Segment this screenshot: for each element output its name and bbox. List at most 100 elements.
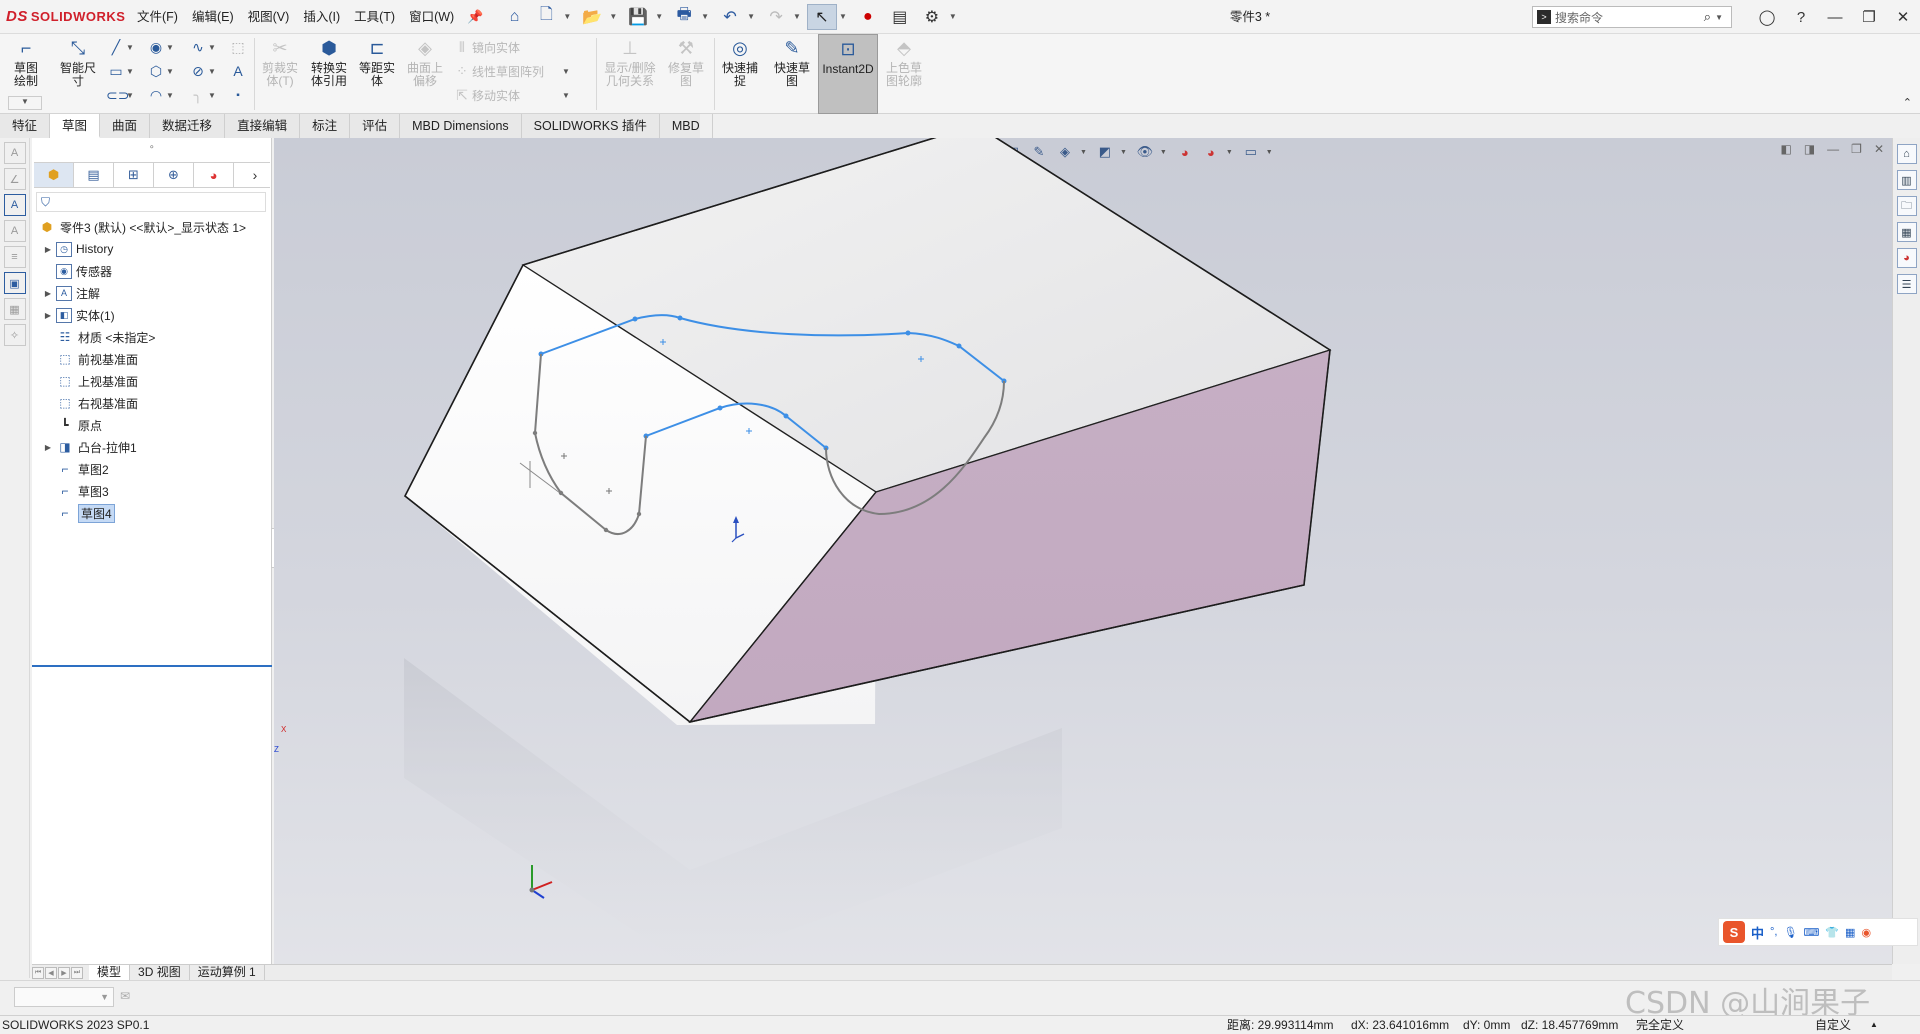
rectangle-tool[interactable]: ▭ ▼ bbox=[106, 60, 138, 82]
smart-dimension-button[interactable]: ⤡ 智能尺寸 bbox=[56, 36, 100, 88]
ime-language-toggle[interactable]: 中 bbox=[1751, 923, 1764, 942]
chevron-down-icon[interactable]: ▼ bbox=[208, 43, 216, 52]
chevron-down-icon[interactable]: ▼ bbox=[655, 12, 663, 21]
solidworks-resources-icon[interactable]: ⌂ bbox=[1896, 144, 1917, 164]
strip-tool-icon[interactable]: ≡ bbox=[3, 246, 26, 268]
expand-icon[interactable]: ▶ bbox=[42, 443, 54, 452]
menu-file[interactable]: 文件(F) bbox=[130, 0, 185, 34]
menu-tools[interactable]: 工具(T) bbox=[347, 0, 402, 34]
rollback-bar[interactable] bbox=[32, 665, 272, 667]
keyboard-icon[interactable]: ⌨ bbox=[1803, 926, 1819, 939]
menu-view[interactable]: 视图(V) bbox=[241, 0, 297, 34]
tab-evaluate[interactable]: 评估 bbox=[350, 114, 401, 138]
tab-solidworks-addins[interactable]: SOLIDWORKS 插件 bbox=[522, 114, 660, 138]
slot-tool[interactable]: ⊂⊃ ▼ bbox=[106, 84, 138, 106]
tab-mbd[interactable]: MBD bbox=[660, 114, 713, 138]
chevron-down-icon[interactable]: ▼ bbox=[949, 12, 957, 21]
redo-icon[interactable]: ↷ bbox=[761, 4, 791, 30]
select-pointer-icon[interactable]: ↖ bbox=[806, 3, 837, 30]
box-select-tool[interactable]: ⬚ bbox=[228, 36, 248, 58]
display-relations-button[interactable]: ⊥ 显示/删除几何关系 bbox=[600, 36, 660, 88]
tree-item-sketch3[interactable]: ⌐ 草图3 bbox=[32, 480, 272, 502]
tab-markup[interactable]: 标注 bbox=[300, 114, 351, 138]
display-manager-tab-icon[interactable]: ◕ bbox=[194, 163, 234, 187]
repair-sketch-button[interactable]: ⚒ 修复草图 bbox=[664, 36, 708, 88]
pin-icon[interactable]: 📌 bbox=[461, 9, 489, 25]
expand-icon[interactable]: ▶ bbox=[42, 311, 54, 320]
move-entities-button[interactable]: ⇱ 移动实体 ▼ bbox=[452, 84, 574, 106]
chevron-down-icon[interactable]: ▼ bbox=[208, 91, 216, 100]
selection-combo[interactable]: ▼ bbox=[14, 987, 114, 1007]
search-input[interactable]: 搜索命令 bbox=[1555, 9, 1603, 26]
last-tab-icon[interactable]: ⏭ bbox=[71, 966, 83, 979]
strip-tool-icon[interactable]: A bbox=[3, 220, 26, 242]
chevron-down-icon[interactable]: ▼ bbox=[208, 67, 216, 76]
search-icon[interactable]: ⌕ bbox=[1704, 9, 1711, 25]
chevron-up-icon[interactable]: ▲ bbox=[1870, 1016, 1878, 1034]
toolbox-icon[interactable]: ▦ bbox=[1845, 926, 1855, 939]
chevron-down-icon[interactable]: ▼ bbox=[562, 91, 570, 100]
offset-on-surface-button[interactable]: ◈ 曲面上偏移 bbox=[402, 36, 448, 88]
minimize-icon[interactable]: — bbox=[1818, 9, 1852, 26]
next-tab-icon[interactable]: ▶ bbox=[58, 966, 70, 979]
rapid-sketch-button[interactable]: ✎ 快速草图 bbox=[770, 36, 814, 88]
undo-icon[interactable]: ↶ bbox=[715, 4, 745, 30]
open-folder-icon[interactable]: 📂 bbox=[577, 4, 607, 30]
restore-icon[interactable]: ❐ bbox=[1852, 8, 1886, 26]
skin-icon[interactable]: 👕 bbox=[1825, 926, 1839, 939]
rebuild-icon[interactable]: ● bbox=[853, 4, 883, 30]
tab-mbd-dimensions[interactable]: MBD Dimensions bbox=[400, 114, 522, 138]
strip-tool-icon[interactable]: ✧ bbox=[3, 324, 26, 346]
first-tab-icon[interactable]: ⏮ bbox=[32, 966, 44, 979]
chevron-right-icon[interactable]: › bbox=[240, 163, 270, 187]
close-icon[interactable]: ✕ bbox=[1886, 8, 1920, 26]
microphone-icon[interactable]: 🎙 bbox=[1783, 926, 1797, 939]
circle-tool[interactable]: ◉ ▼ bbox=[146, 36, 178, 58]
view-palette-icon[interactable]: ▦ bbox=[1896, 222, 1917, 242]
file-properties-icon[interactable]: ▤ bbox=[885, 4, 915, 30]
menu-insert[interactable]: 插入(I) bbox=[296, 0, 347, 34]
save-icon[interactable]: 💾 bbox=[623, 4, 653, 30]
chevron-down-icon[interactable]: ▼ bbox=[126, 67, 134, 76]
chevron-down-icon[interactable]: ▼ bbox=[8, 96, 42, 110]
tree-root[interactable]: ⬢ 零件3 (默认) <<默认>_显示状态 1> bbox=[32, 216, 272, 238]
instant2d-button[interactable]: ⊡ Instant2D bbox=[818, 34, 878, 114]
tab-sketch[interactable]: 草图 bbox=[50, 114, 101, 138]
print-icon[interactable]: 🖶 bbox=[669, 4, 699, 30]
chevron-down-icon[interactable]: ▼ bbox=[793, 12, 801, 21]
units-custom[interactable]: 自定义 bbox=[1815, 1016, 1851, 1034]
convert-entities-button[interactable]: ⬢ 转换实体引用 bbox=[306, 36, 352, 88]
previous-tab-icon[interactable]: ◀ bbox=[45, 966, 57, 979]
tab-direct-editing[interactable]: 直接编辑 bbox=[225, 114, 301, 138]
strip-tool-icon[interactable]: ▣ bbox=[3, 272, 26, 294]
chevron-down-icon[interactable]: ▼ bbox=[126, 43, 134, 52]
strip-tool-icon[interactable]: A bbox=[3, 194, 26, 216]
tab-model[interactable]: 模型 bbox=[89, 965, 131, 980]
ellipse-tool[interactable]: ⊘ ▼ bbox=[188, 60, 220, 82]
options-gear-icon[interactable]: ⚙ bbox=[917, 4, 947, 30]
tree-item-material[interactable]: ☷ 材质 <未指定> bbox=[32, 326, 272, 348]
quick-snaps-button[interactable]: ◎ 快速捕捉 bbox=[718, 36, 762, 88]
file-explorer-icon[interactable]: 🗀 bbox=[1896, 196, 1917, 216]
punctuation-icon[interactable]: °, bbox=[1770, 926, 1777, 938]
menu-edit[interactable]: 编辑(E) bbox=[185, 0, 241, 34]
chevron-down-icon[interactable]: ▼ bbox=[562, 67, 570, 76]
solidworks-logo[interactable]: DS SOLIDWORKS bbox=[0, 8, 130, 25]
tab-data-migration[interactable]: 数据迁移 bbox=[150, 114, 226, 138]
point-tool[interactable]: ▪ bbox=[228, 84, 248, 106]
polygon-tool[interactable]: ⬡ ▼ bbox=[146, 60, 178, 82]
trim-entities-button[interactable]: ✂ 剪裁实体(T) bbox=[258, 36, 302, 88]
home-icon[interactable]: ⌂ bbox=[499, 4, 529, 30]
line-tool[interactable]: ╱ ▼ bbox=[106, 36, 138, 58]
text-tool[interactable]: A bbox=[228, 60, 248, 82]
user-account-icon[interactable]: ◯ bbox=[1750, 8, 1784, 26]
tree-item-boss-extrude[interactable]: ▶ ◨ 凸台-拉伸1 bbox=[32, 436, 272, 458]
tab-3d-views[interactable]: 3D 视图 bbox=[130, 965, 190, 980]
design-library-icon[interactable]: ▥ bbox=[1896, 170, 1917, 190]
chevron-down-icon[interactable]: ▼ bbox=[701, 12, 709, 21]
chevron-down-icon[interactable]: ▼ bbox=[1715, 13, 1723, 22]
tree-item-sketch2[interactable]: ⌐ 草图2 bbox=[32, 458, 272, 480]
appearances-icon[interactable]: ◕ bbox=[1896, 248, 1917, 268]
spline-tool[interactable]: ∿ ▼ bbox=[188, 36, 220, 58]
tree-item-history[interactable]: ▶ ◷ History bbox=[32, 238, 272, 260]
